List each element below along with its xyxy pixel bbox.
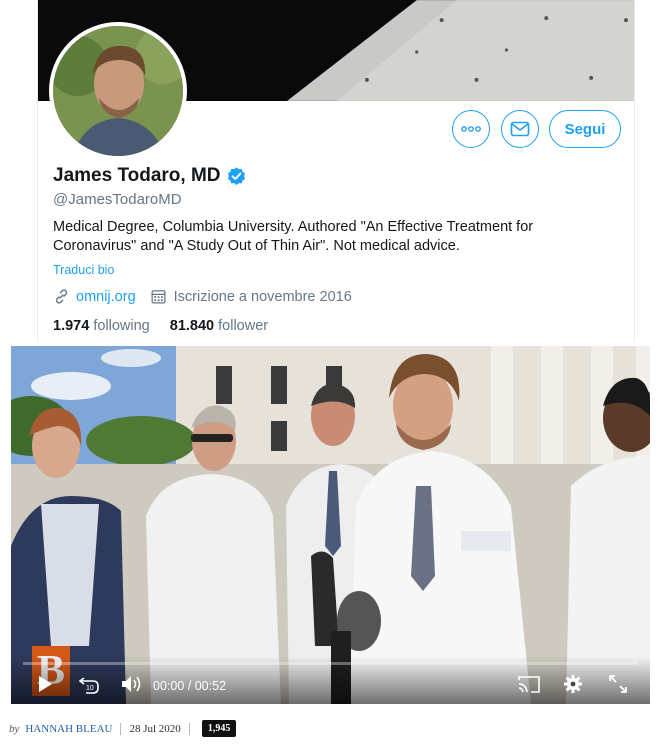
profile-meta: omnij.org Iscrizione a novembre 2016 bbox=[53, 288, 352, 305]
link-icon bbox=[55, 289, 68, 304]
avatar-photo bbox=[53, 26, 183, 156]
current-time: 00:00 bbox=[153, 679, 185, 693]
message-button[interactable] bbox=[501, 110, 539, 148]
follower-stat[interactable]: 81.840 follower bbox=[170, 318, 268, 334]
fullscreen-icon[interactable] bbox=[609, 675, 627, 693]
byline-prefix: by bbox=[9, 722, 20, 735]
svg-text:10: 10 bbox=[86, 685, 94, 692]
name-row: James Todaro, MD bbox=[53, 165, 247, 187]
comment-count-badge[interactable]: 1,945 bbox=[201, 720, 237, 737]
profile-card: Segui James Todaro, MD @JamesTodaroMD Me… bbox=[37, 0, 635, 342]
following-stat[interactable]: 1.974 following bbox=[53, 318, 150, 334]
progress-bar[interactable] bbox=[23, 662, 638, 665]
calendar-icon bbox=[151, 290, 166, 304]
article-byline: by HANNAH BLEAU 28 Jul 2020 1,945 bbox=[9, 720, 237, 737]
volume-icon[interactable] bbox=[121, 675, 143, 693]
replay-10-icon[interactable]: 10 bbox=[78, 674, 100, 694]
display-name[interactable]: James Todaro, MD bbox=[53, 165, 221, 187]
profile-stats: 1.974 following 81.840 follower bbox=[53, 318, 268, 334]
following-label: following bbox=[93, 318, 150, 334]
time-separator: / bbox=[187, 679, 192, 693]
more-button[interactable] bbox=[452, 110, 490, 148]
website-link[interactable]: omnij.org bbox=[76, 289, 136, 305]
video-player[interactable]: B 10 00:00 / 00:52 bbox=[11, 346, 650, 704]
translate-bio-link[interactable]: Traduci bio bbox=[53, 263, 114, 277]
time-display: 00:00 / 00:52 bbox=[153, 679, 226, 693]
verified-icon bbox=[227, 166, 245, 185]
video-frame bbox=[11, 346, 650, 704]
bio: Medical Degree, Columbia University. Aut… bbox=[53, 219, 534, 254]
author-link[interactable]: HANNAH BLEAU bbox=[25, 723, 112, 735]
publish-date: 28 Jul 2020 bbox=[129, 722, 181, 735]
join-date: Iscrizione a novembre 2016 bbox=[173, 288, 352, 305]
mail-icon bbox=[510, 121, 530, 137]
byline-divider bbox=[188, 722, 190, 735]
duration: 00:52 bbox=[194, 679, 227, 693]
follow-button[interactable]: Segui bbox=[549, 110, 621, 148]
settings-icon[interactable] bbox=[563, 674, 583, 694]
following-count: 1.974 bbox=[53, 318, 90, 334]
handle: @JamesTodaroMD bbox=[53, 191, 182, 208]
play-icon[interactable] bbox=[37, 675, 53, 693]
cast-icon[interactable] bbox=[518, 675, 540, 693]
follower-label: follower bbox=[218, 318, 269, 334]
video-controls: 10 00:00 / 00:52 bbox=[11, 656, 650, 704]
follower-count: 81.840 bbox=[169, 318, 215, 334]
more-icon bbox=[461, 126, 481, 132]
avatar[interactable] bbox=[49, 22, 187, 160]
byline-divider bbox=[120, 722, 122, 735]
